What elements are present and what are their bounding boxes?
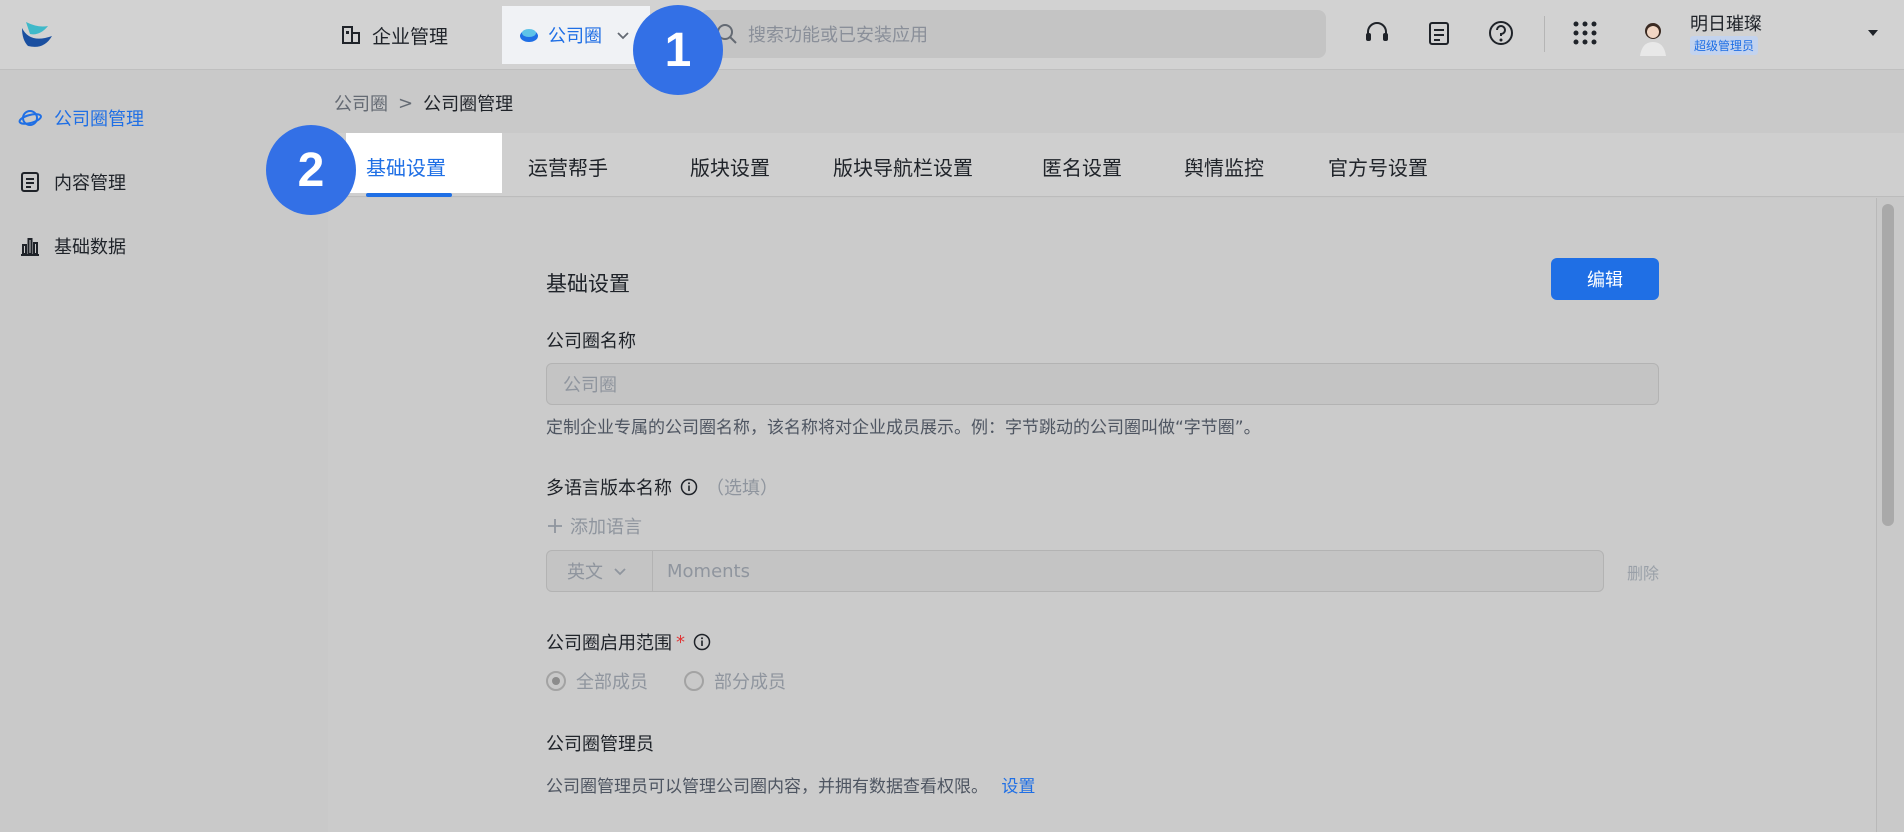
user-name: 明日璀璨 — [1690, 14, 1762, 35]
required-mark: * — [676, 631, 685, 653]
tab-operations-assistant[interactable]: 运营帮手 — [528, 152, 608, 181]
sidebar-item-moments-management[interactable]: 公司圈管理 — [18, 102, 144, 134]
enterprise-management-nav[interactable]: 企业管理 — [340, 18, 448, 52]
step-badge-1: 1 — [633, 5, 723, 95]
app-switcher[interactable]: 公司圈 — [502, 6, 650, 64]
admin-help: 公司圈管理员可以管理公司圈内容，并拥有数据查看权限。 — [546, 777, 988, 797]
search-placeholder: 搜索功能或已安装应用 — [748, 25, 928, 46]
edit-button[interactable]: 编辑 — [1551, 258, 1659, 300]
planet-icon — [18, 110, 42, 126]
language-name-field[interactable]: 英文 Moments — [546, 550, 1604, 592]
user-role-badge: 超级管理员 — [1690, 36, 1759, 55]
sidebar-item-content-management[interactable]: 内容管理 — [18, 166, 126, 198]
step-badge-2: 2 — [266, 125, 356, 215]
caret-down-icon[interactable] — [1866, 26, 1880, 40]
delete-language-button[interactable]: 删除 — [1627, 560, 1659, 584]
topbar-divider — [1544, 16, 1545, 52]
multilang-optional: （选填） — [706, 478, 778, 499]
chevron-down-icon — [617, 32, 629, 40]
radio-some-members[interactable] — [684, 671, 704, 691]
tab-basic-settings[interactable]: 基础设置 — [366, 152, 446, 181]
radio-some-members-label: 部分成员 — [714, 672, 786, 693]
scope-label-row: 公司圈启用范围 * — [546, 629, 711, 655]
section-title: 基础设置 — [546, 272, 630, 296]
admin-label: 公司圈管理员 — [546, 734, 654, 755]
apps-grid-icon[interactable] — [1570, 18, 1600, 48]
admin-help-row: 公司圈管理员可以管理公司圈内容，并拥有数据查看权限。 设置 — [546, 772, 1035, 797]
app-logo-icon[interactable] — [18, 14, 58, 54]
language-name-value: Moments — [667, 560, 750, 582]
help-icon[interactable] — [1486, 18, 1516, 48]
document-icon — [21, 172, 39, 192]
sidebar-item-label: 基础数据 — [54, 237, 126, 258]
breadcrumb-parent[interactable]: 公司圈 — [334, 90, 388, 116]
multilang-label: 多语言版本名称 — [546, 478, 672, 499]
active-tab-indicator — [366, 193, 452, 197]
moments-name-label: 公司圈名称 — [546, 331, 636, 352]
add-language-label: 添加语言 — [570, 517, 642, 538]
scope-label: 公司圈启用范围 — [546, 633, 672, 654]
scrollbar-thumb[interactable] — [1882, 204, 1894, 526]
avatar[interactable] — [1636, 18, 1670, 56]
moments-name-help: 定制企业专属的公司圈名称，该名称将对企业成员展示。例：字节跳动的公司圈叫做“字节… — [546, 418, 1261, 438]
admin-settings-link[interactable]: 设置 — [1001, 777, 1035, 797]
scope-radio-group: 全部成员 部分成员 — [546, 668, 786, 694]
radio-all-members[interactable] — [546, 671, 566, 691]
search-input[interactable]: 搜索功能或已安装应用 — [700, 10, 1326, 58]
moments-app-icon — [520, 29, 538, 42]
sidebar-item-label: 内容管理 — [54, 173, 126, 194]
moments-name-input[interactable]: 公司圈 — [546, 363, 1659, 405]
multilang-label-row: 多语言版本名称 （选填） — [546, 474, 778, 500]
clipboard-icon[interactable] — [1424, 18, 1454, 48]
info-icon[interactable] — [693, 633, 711, 651]
tab-public-opinion-monitor[interactable]: 舆情监控 — [1184, 152, 1264, 181]
top-bar: 企业管理 公司圈 搜索功能或已安装应用 明日璀璨 超级管理员 — [0, 0, 1904, 70]
language-select-value: 英文 — [567, 562, 603, 583]
chevron-down-icon — [614, 568, 626, 576]
sidebar-item-label: 公司圈管理 — [54, 109, 144, 130]
tab-section-navbar-settings[interactable]: 版块导航栏设置 — [833, 152, 973, 181]
enterprise-management-label: 企业管理 — [372, 25, 449, 48]
tab-section-settings[interactable]: 版块设置 — [690, 152, 770, 181]
language-select[interactable]: 英文 — [547, 551, 653, 591]
app-switcher-label: 公司圈 — [548, 26, 602, 47]
plus-icon — [548, 519, 562, 533]
breadcrumb-current: 公司圈管理 — [423, 94, 514, 115]
headset-icon[interactable] — [1362, 18, 1392, 48]
building-icon — [342, 26, 360, 44]
bar-chart-icon — [21, 238, 39, 256]
sidebar-item-basic-data[interactable]: 基础数据 — [18, 230, 126, 262]
tab-official-account-settings[interactable]: 官方号设置 — [1328, 152, 1428, 181]
tab-anonymous-settings[interactable]: 匿名设置 — [1042, 152, 1122, 181]
info-icon[interactable] — [680, 478, 698, 496]
breadcrumb: 公司圈 > 公司圈管理 — [334, 90, 513, 116]
breadcrumb-separator: > — [398, 92, 414, 114]
add-language-button[interactable]: 添加语言 — [546, 513, 642, 539]
radio-all-members-label: 全部成员 — [576, 672, 648, 693]
moments-name-value: 公司圈 — [563, 375, 617, 396]
